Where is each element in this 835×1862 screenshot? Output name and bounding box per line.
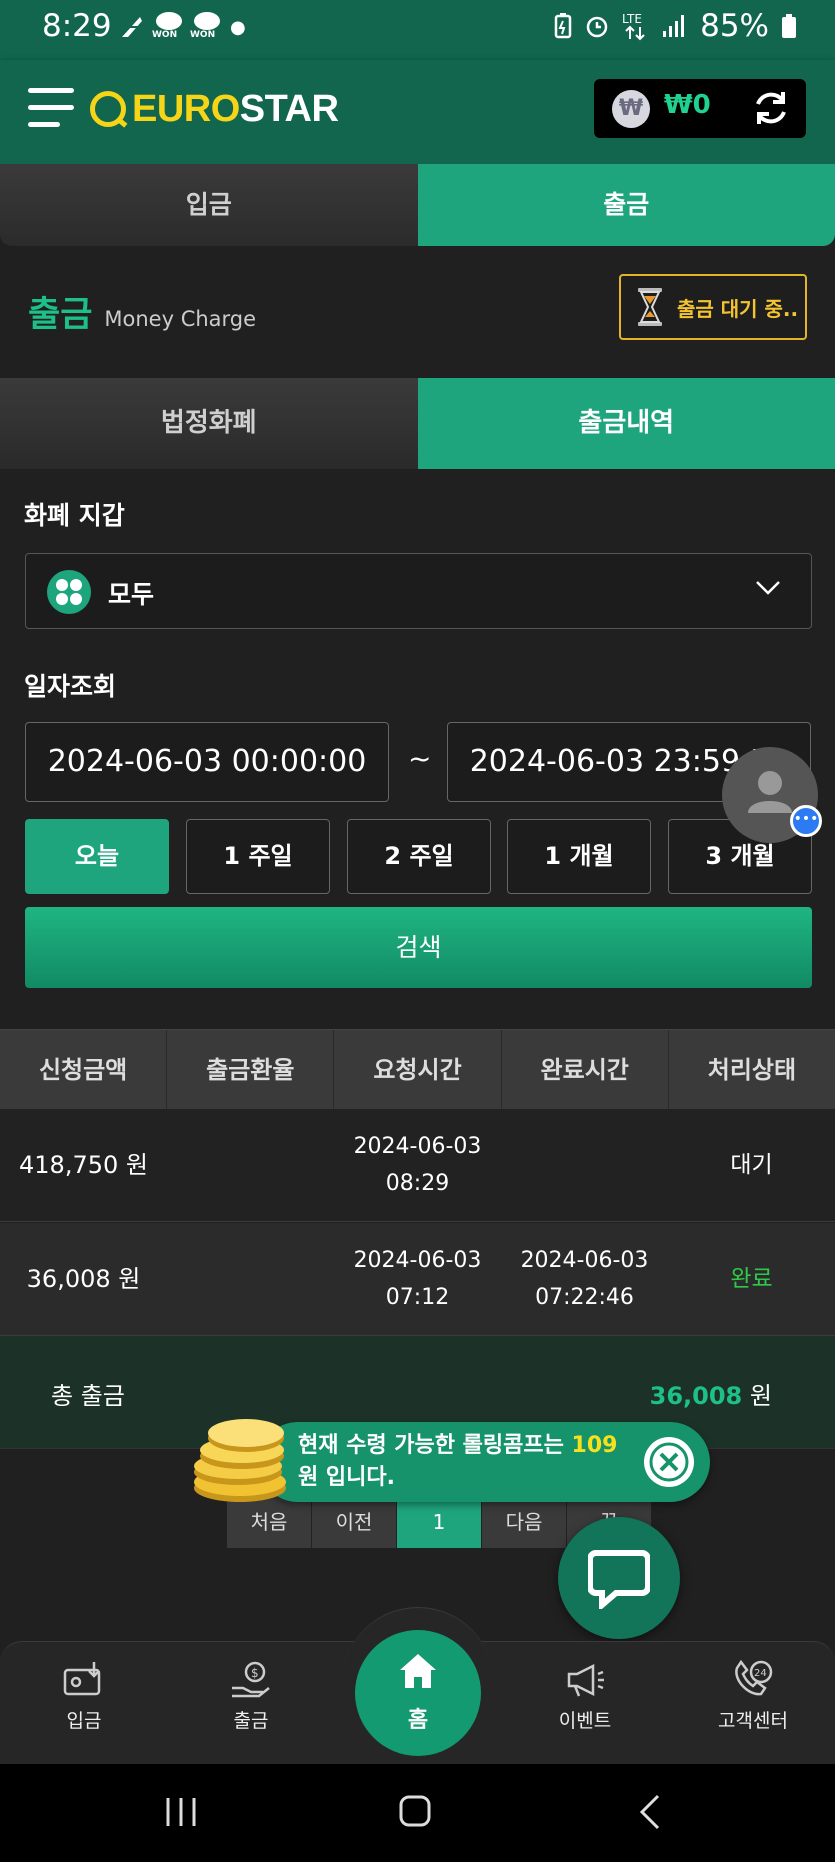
wallet-filter-label: 화폐 지갑 xyxy=(24,501,125,530)
nav-withdraw[interactable]: $ 출금 xyxy=(191,1660,311,1733)
nav-support[interactable]: 24 고객센터 xyxy=(693,1660,813,1733)
total-label: 총 출금 xyxy=(51,1382,125,1410)
row-rate xyxy=(167,1109,334,1222)
table-row: 418,750 원 2024-06-03 08:29 대기 xyxy=(0,1109,835,1222)
period-1week-button[interactable]: 1 주일 xyxy=(186,819,330,894)
chat-icon xyxy=(588,1550,650,1609)
eurostar-logo[interactable]: EUROSTAR xyxy=(90,84,339,134)
period-today-button[interactable]: 오늘 xyxy=(25,819,169,894)
tab-withdraw-history[interactable]: 출금내역 xyxy=(417,378,835,469)
back-icon[interactable] xyxy=(638,1794,662,1830)
col-exchange-rate: 출금환율 xyxy=(167,1030,335,1109)
svg-text:$: $ xyxy=(251,1666,259,1680)
nav-deposit[interactable]: 입금 xyxy=(24,1660,144,1733)
won-notification-icon: WON xyxy=(152,12,184,42)
row-amount: 418,750 원 xyxy=(19,1151,148,1179)
banner-close-button[interactable] xyxy=(644,1437,694,1487)
support-24-icon: 24 xyxy=(735,1660,773,1696)
notification-icons: WON WON ● xyxy=(118,12,246,42)
wallet-amount: ₩0 xyxy=(664,90,711,120)
withdraw-icon: $ xyxy=(232,1661,270,1698)
nav-home[interactable]: 홈 xyxy=(355,1630,481,1756)
svg-text:24: 24 xyxy=(754,1668,767,1679)
page-prev-button[interactable]: 이전 xyxy=(312,1496,397,1548)
banner-text: 현재 수령 가능한 롤링콤프는 109 원 입니다. xyxy=(298,1433,618,1490)
won-coin-icon: ₩ xyxy=(612,90,650,128)
svg-text:LTE: LTE xyxy=(622,12,642,26)
clock: 8:29 xyxy=(42,8,112,44)
tab-withdraw[interactable]: 출금 xyxy=(417,164,835,246)
row-status: 완료 xyxy=(730,1266,773,1292)
col-request-amount: 신청금액 xyxy=(0,1030,168,1109)
page-title-ko: 출금 xyxy=(28,295,93,335)
row-complete-time xyxy=(501,1109,668,1222)
deposit-withdraw-tabs: 입금 출금 xyxy=(0,164,835,246)
row-request-time: 2024-06-03 08:29 xyxy=(353,1134,482,1196)
status-bar: 8:29 WON WON ● LTE 85% xyxy=(0,0,835,60)
search-button[interactable]: 검색 xyxy=(25,907,812,988)
system-nav-bar xyxy=(0,1764,835,1862)
lte-icon: LTE xyxy=(622,12,645,41)
chevron-down-icon xyxy=(756,581,780,595)
chat-bubble-icon: ••• xyxy=(790,805,822,837)
tab-fiat[interactable]: 법정화폐 xyxy=(0,378,418,469)
period-2week-button[interactable]: 2 주일 xyxy=(347,819,491,894)
grid-icon xyxy=(47,570,91,614)
more-dot-icon: ● xyxy=(230,16,246,38)
wallet-select[interactable]: 모두 xyxy=(25,553,812,629)
refresh-icon[interactable] xyxy=(750,87,792,129)
row-request-time: 2024-06-03 07:12 xyxy=(353,1248,482,1310)
col-request-time: 요청시간 xyxy=(334,1030,502,1109)
withdraw-pending-badge[interactable]: 출금 대기 중.. xyxy=(619,274,807,340)
pending-label: 출금 대기 중.. xyxy=(677,296,799,321)
row-rate xyxy=(167,1223,334,1336)
rolling-comp-banner[interactable]: 현재 수령 가능한 롤링콤프는 109 원 입니다. xyxy=(258,1422,710,1502)
page-1-button[interactable]: 1 xyxy=(397,1496,482,1548)
live-chat-button[interactable] xyxy=(558,1517,680,1639)
battery-level: 85% xyxy=(700,8,769,44)
home-icon xyxy=(400,1654,436,1688)
deposit-icon xyxy=(63,1662,101,1696)
leaf-notification-icon xyxy=(122,17,142,37)
support-avatar-button[interactable]: ••• xyxy=(722,747,822,843)
col-complete-time: 완료시간 xyxy=(502,1030,669,1109)
battery-icon xyxy=(782,14,796,38)
battery-saver-icon xyxy=(554,13,572,39)
recent-apps-icon[interactable] xyxy=(164,1796,198,1828)
hourglass-icon xyxy=(638,288,662,326)
row-amount: 36,008 원 xyxy=(26,1265,141,1293)
wallet-select-value: 모두 xyxy=(108,580,155,609)
close-icon xyxy=(649,1442,689,1482)
wallet-balance[interactable]: ₩ ₩0 xyxy=(594,79,806,138)
page-next-button[interactable]: 다음 xyxy=(482,1496,567,1548)
table-header: 신청금액 출금환율 요청시간 완료시간 처리상태 xyxy=(0,1029,835,1109)
page-title-en: Money Charge xyxy=(104,307,257,331)
megaphone-icon xyxy=(567,1663,604,1697)
row-complete-time: 2024-06-03 07:22:46 xyxy=(520,1248,649,1310)
date-separator: ~ xyxy=(408,742,432,775)
logo-mark-icon xyxy=(90,91,126,127)
row-status: 대기 xyxy=(730,1152,773,1178)
withdraw-subtabs: 법정화폐 출금내역 xyxy=(0,378,835,469)
signal-icon xyxy=(663,15,685,37)
page-title: 출금 Money Charge xyxy=(28,286,256,337)
total-value: 36,008 원 xyxy=(649,1382,772,1410)
gold-coins-icon xyxy=(194,1419,286,1502)
date-from-input[interactable]: 2024-06-03 00:00:00 xyxy=(25,722,389,802)
col-status: 처리상태 xyxy=(707,1056,797,1084)
menu-icon[interactable] xyxy=(28,88,74,132)
home-system-icon[interactable] xyxy=(398,1794,432,1828)
won-notification-icon: WON xyxy=(190,12,222,42)
table-row: 36,008 원 2024-06-03 07:12 2024-06-03 07:22… xyxy=(0,1223,835,1336)
tab-deposit[interactable]: 입금 xyxy=(0,164,418,246)
date-filter-label: 일자조회 xyxy=(24,672,117,701)
alarm-icon xyxy=(586,16,608,38)
system-status: LTE 85% xyxy=(554,8,797,44)
app-header: EUROSTAR ₩ ₩0 xyxy=(0,60,835,164)
period-1month-button[interactable]: 1 개월 xyxy=(507,819,651,894)
nav-event[interactable]: 이벤트 xyxy=(525,1660,645,1733)
